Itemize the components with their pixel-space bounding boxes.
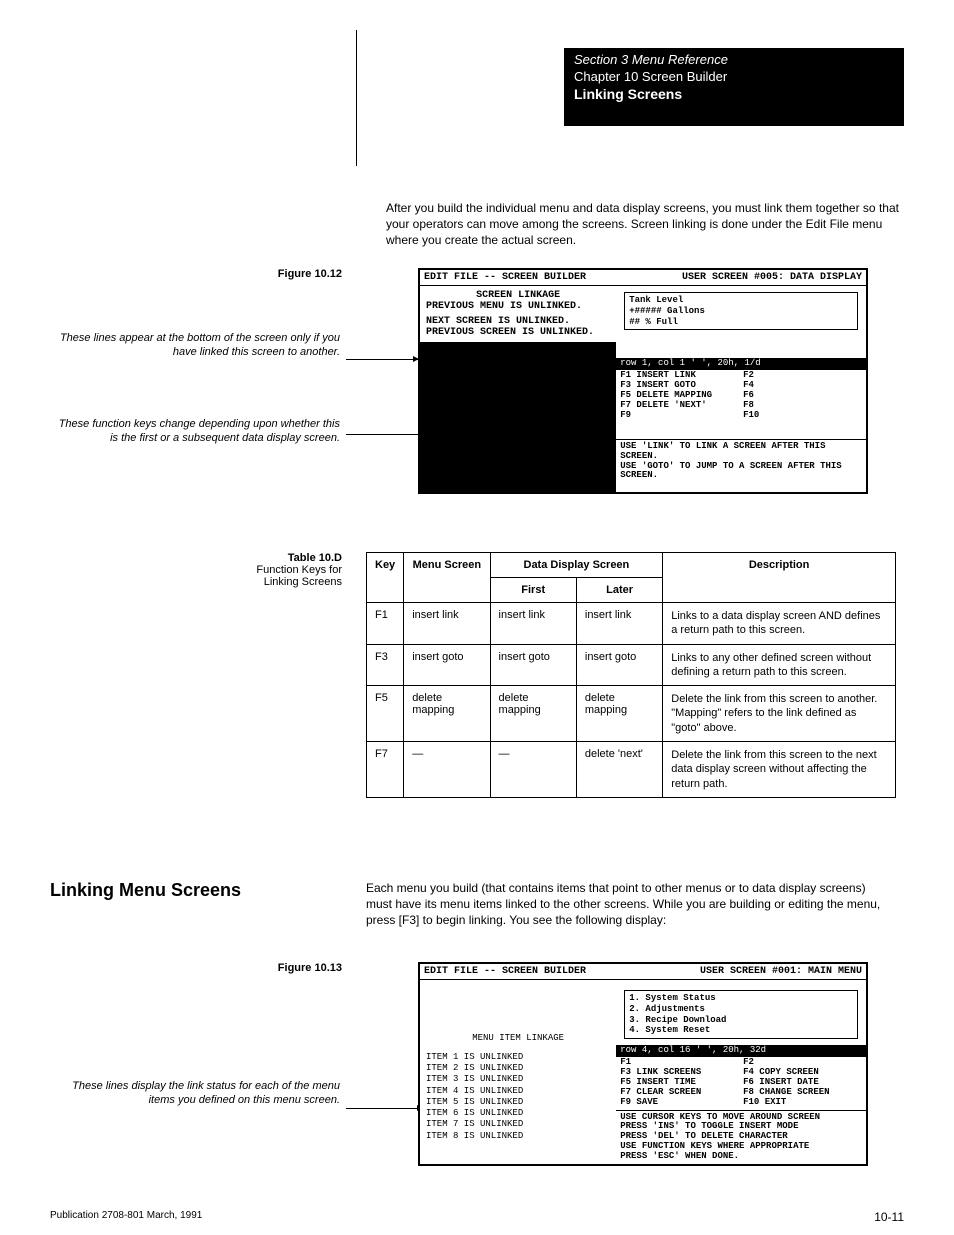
table-row: F7 — — delete 'next' Delete the link fro…	[367, 742, 896, 798]
dos2-title-left: EDIT FILE -- SCREEN BUILDER	[424, 966, 586, 977]
dos2-mini-display: 1. System Status 2. Adjustments 3. Recip…	[624, 990, 858, 1039]
header-divider	[356, 30, 357, 166]
table-row: F3 insert goto insert goto insert goto L…	[367, 644, 896, 686]
dos1-fkeys: F1 INSERT LINKF2 F3 INSERT GOTOF4 F5 DEL…	[616, 371, 866, 422]
dos1-msg: USE 'LINK' TO LINK A SCREEN AFTER THIS S…	[616, 439, 866, 484]
dos2-fkeys: F1F2 F3 LINK SCREENSF4 COPY SCREEN F5 IN…	[616, 1058, 866, 1109]
figure-label-2: Figure 10.13	[242, 962, 342, 974]
dos2-title-right: USER SCREEN #001: MAIN MENU	[700, 966, 862, 977]
th-menu: Menu Screen	[404, 553, 490, 603]
section-heading: Linking Menu Screens	[50, 880, 241, 901]
dos1-link-line-1: NEXT SCREEN IS UNLINKED.	[426, 316, 610, 327]
header-chapter: Chapter 10 Screen Builder	[574, 69, 894, 84]
page-number: 10-11	[874, 1210, 904, 1224]
dos2-status-bar: row 4, col 16 ' ', 20h, 32d	[616, 1045, 866, 1057]
th-dds: Data Display Screen	[490, 553, 663, 578]
th-key: Key	[367, 553, 404, 603]
dos1-link-line-0: PREVIOUS MENU IS UNLINKED.	[426, 301, 610, 312]
callout-menu-items: These lines display the link status for …	[50, 1080, 340, 1108]
dos2-msg: USE CURSOR KEYS TO MOVE AROUND SCREEN PR…	[616, 1110, 866, 1164]
table-row: F5 delete mapping delete mapping delete …	[367, 686, 896, 742]
header-subhead: Linking Screens	[574, 86, 894, 102]
page: Section 3 Menu Reference Chapter 10 Scre…	[0, 0, 954, 309]
linking-menu-para: Each menu you build (that contains items…	[366, 880, 886, 929]
screenshot-main-menu: EDIT FILE -- SCREEN BUILDER USER SCREEN …	[418, 962, 868, 1166]
th-first: First	[490, 578, 576, 603]
header-section: Section 3 Menu Reference	[574, 52, 894, 67]
th-desc: Description	[663, 553, 896, 603]
fkeys-table: Key Menu Screen Data Display Screen Desc…	[366, 552, 896, 798]
dos1-link-line-2: PREVIOUS SCREEN IS UNLINKED.	[426, 327, 610, 338]
table-label: Table 10.D Function Keys for Linking Scr…	[242, 552, 342, 588]
dos2-left-title: MENU ITEM LINKAGE	[426, 1034, 610, 1044]
header-block: Section 3 Menu Reference Chapter 10 Scre…	[564, 48, 904, 126]
arrow-callout-1	[346, 359, 418, 360]
dos1-title-left: EDIT FILE -- SCREEN BUILDER	[424, 272, 586, 283]
screenshot-link-screens: EDIT FILE -- SCREEN BUILDER USER SCREEN …	[418, 268, 868, 494]
dos1-link-title: SCREEN LINKAGE	[426, 290, 610, 301]
arrow-callout-3	[346, 1108, 422, 1109]
figure-label-1: Figure 10.12	[242, 268, 342, 280]
callout-fkeys: These function keys change depending upo…	[50, 418, 340, 446]
dos1-mini-display: Tank Level +##### Gallons ## % Full	[624, 292, 858, 330]
dos1-status-bar: row 1, col 1 ' ', 20h, 1/d	[616, 358, 866, 370]
dos1-black-area	[420, 342, 616, 492]
publication-line: Publication 2708-801 March, 1991	[50, 1210, 202, 1224]
th-later: Later	[576, 578, 662, 603]
footer: Publication 2708-801 March, 1991 10-11	[50, 1210, 904, 1224]
intro-paragraph: After you build the individual menu and …	[386, 200, 906, 249]
dos1-title-right: USER SCREEN #005: DATA DISPLAY	[682, 272, 862, 283]
dos2-item-list: ITEM 1 IS UNLINKED ITEM 2 IS UNLINKED IT…	[426, 1052, 610, 1142]
callout-link-lines: These lines appear at the bottom of the …	[50, 332, 340, 360]
table-row: F1 insert link insert link insert link L…	[367, 603, 896, 645]
